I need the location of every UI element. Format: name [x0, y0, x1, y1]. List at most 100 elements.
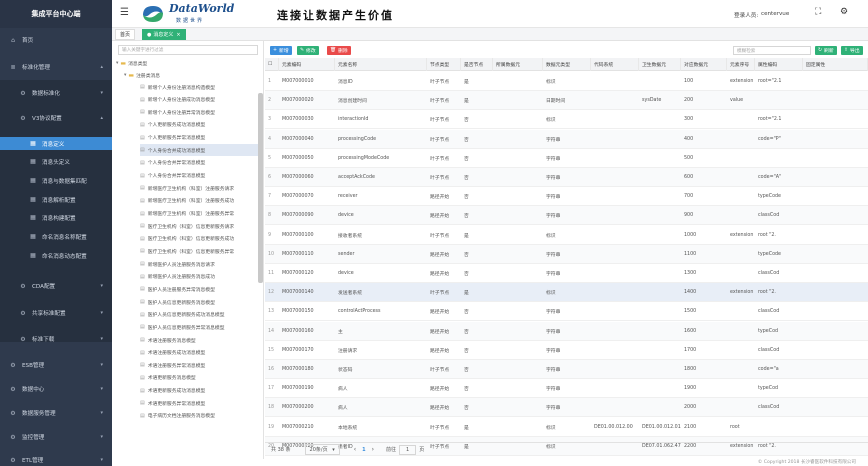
table-row[interactable]: 13 M007000150 controlActProcess 路径开始 否 字符串 150… [265, 302, 868, 322]
tree-leaf-node[interactable]: ▤ 医护人员信息更新服务消息模型 [140, 296, 258, 308]
table-row[interactable]: 6 M007000060 acceptAckCode 叶子节点 否 字符串 600 code=… [265, 168, 868, 187]
tree-leaf-node[interactable]: ▤ 医护人员信息更新服务成功消息模型 [140, 309, 258, 321]
sidebar-item-message-definition[interactable]: ▦ 消息定义 [0, 137, 112, 150]
sidebar-item-etl[interactable]: ⚙ ETL管理 ▾ [0, 452, 112, 466]
table-row[interactable]: 12 M007000140 发送者系统 叶子节点 是 标识 1400 extension roo… [265, 283, 868, 303]
tree-leaf-node[interactable]: ▤ 新增个人身份注册成功消息模型 [140, 94, 258, 106]
tree-leaf-node[interactable]: ▤ 个人身份合并异常消息模型 [140, 157, 258, 169]
tree-leaf-node[interactable]: ▤ 医护人员信息更新服务异常消息模型 [140, 321, 258, 333]
column-header[interactable]: 数据元类型 [543, 58, 591, 71]
select-all-checkbox[interactable]: ☐ [265, 58, 279, 71]
table-row[interactable]: 14 M007000160 主 路径开始 否 字符串 1600 typeCod [265, 321, 868, 341]
tree-leaf-node[interactable]: ▤ 个人更新服务异常消息模型 [140, 132, 258, 144]
table-row[interactable]: 15 M007000170 注册请求 路径开始 否 字符串 1700 classCod [265, 341, 868, 360]
sidebar-item-standard-download[interactable]: ⚙ 标准下载 ▾ [0, 331, 112, 347]
tree-leaf-node[interactable]: ▤ 术语更新服务异常消息模型 [140, 397, 258, 409]
tree-leaf-node[interactable]: ▤ 医疗卫生机构（科室）信息更新服务异常 [140, 245, 258, 257]
table-row[interactable]: 10 M007000110 sender 路径开始 否 字符串 1100 typeCode [265, 244, 868, 264]
delete-button[interactable]: 🗑 删除 [327, 46, 351, 55]
sidebar-item-message-dynamic[interactable]: ▦ 命名消息动态配置 [0, 249, 112, 262]
table-row[interactable]: 5 M007000050 processingModeCode 叶子节点 否 字符串 500 [265, 149, 868, 168]
table-row[interactable]: 16 M007000180 状态码 叶子节点 否 字符串 1800 code="a [265, 360, 868, 379]
column-header[interactable]: 属性编码 [755, 58, 803, 71]
tree-leaf-node[interactable]: ▤ 新增医疗卫生机构（科室）注册服务请求 [140, 182, 258, 194]
tree-leaf-node[interactable]: ▤ 新增医护人员注册服务消息成功 [140, 271, 258, 283]
sidebar-item-data-standardization[interactable]: ⚙ 数据标准化 ▾ [0, 85, 112, 101]
column-header[interactable]: 固定属性 [803, 58, 868, 71]
tree-leaf-node[interactable]: ▤ 新增医疗卫生机构（科室）注册服务异常 [140, 208, 258, 220]
tab-message-definition[interactable]: ● 消息定义 × [142, 29, 186, 40]
tree-leaf-node[interactable]: ▤ 术语注册服务消息模型 [140, 334, 258, 346]
tree-filter-input[interactable]: 输入关键字进行过滤 [118, 45, 258, 55]
sidebar-item-message-dataset-match[interactable]: ▦ 消息与数据集匹配 [0, 174, 112, 187]
column-header[interactable]: 节点类型 [427, 58, 461, 71]
tree-leaf-node[interactable]: ▤ 医护人员注册服务异常消息模型 [140, 283, 258, 295]
table-row[interactable]: 4 M007000040 processingCode 叶子节点 否 字符串 400 code… [265, 129, 868, 149]
prev-page-icon[interactable]: ‹ [354, 446, 356, 453]
tree-leaf-node[interactable]: ▤ 术语注册服务异常消息模型 [140, 359, 258, 371]
column-header[interactable]: 代码系统 [591, 58, 639, 71]
table-row[interactable]: 2 M007000020 消息创建时间 叶子节点 是 日期时间 sysDate 200 valu… [265, 91, 868, 111]
tree-leaf-node[interactable]: ▤ 术语更新服务消息模型 [140, 372, 258, 384]
tree-leaf-node[interactable]: ▤ 个人身份合并成功消息模型 [140, 144, 258, 157]
tree-leaf-node[interactable]: ▤ 新增个人身份注册消息构造模型 [140, 81, 258, 93]
tree-root-node[interactable]: ▾ ▬ 消息类型 [116, 57, 147, 69]
tree-leaf-node[interactable]: ▤ 新增医疗卫生机构（科室）注册服务成功 [140, 195, 258, 207]
refresh-button[interactable]: ↻ 刷新 [815, 46, 837, 55]
sidebar-item-standardization[interactable]: ≣ 标准化管理 ▴ [0, 59, 112, 75]
menu-toggle-icon[interactable]: ☰ [120, 7, 129, 18]
tree-leaf-node[interactable]: ▤ 医疗卫生机构（科室）信息更新服务成功 [140, 233, 258, 245]
column-header[interactable]: 所属数据元 [493, 58, 543, 71]
sidebar-item-cda-config[interactable]: ⚙ CDA配置 ▾ [0, 278, 112, 294]
table-row[interactable]: 3 M007000030 interactionId 叶子节点 否 标识 300 root="… [265, 110, 868, 130]
sidebar-item-data-center[interactable]: ⚙ 数据中心 ▾ [0, 381, 112, 397]
sidebar-item-message-build[interactable]: ▦ 消息构建配置 [0, 211, 112, 224]
column-header[interactable]: 元素序号 [727, 58, 755, 71]
current-page-number[interactable]: 1 [362, 447, 365, 453]
table-row[interactable]: 8 M007000090 device 路径开始 否 字符串 900 classCod [265, 206, 868, 226]
tree-leaf-node[interactable]: ▤ 术语注册服务成功消息模型 [140, 347, 258, 359]
tree-leaf-node[interactable]: ▤ 个人更新服务成功消息模型 [140, 119, 258, 131]
sidebar-item-message-naming[interactable]: ▦ 命名消息名称配置 [0, 230, 112, 243]
current-user[interactable]: centervue [761, 11, 789, 17]
tree-leaf-node[interactable]: ▤ 电子病历文档注册服务消息模型 [140, 410, 258, 422]
table-row[interactable]: 18 M007000200 病人 路径开始 否 字符串 2000 classCod [265, 398, 868, 418]
next-page-icon[interactable]: › [372, 446, 374, 453]
tree-leaf-node[interactable]: ▤ 医疗卫生机构（科室）信息更新服务请求 [140, 220, 258, 232]
sidebar-item-message-parse[interactable]: ▦ 消息解析配置 [0, 193, 112, 206]
sidebar-item-home[interactable]: ⌂ 首页 [0, 32, 112, 48]
fuzzy-search-input[interactable]: 模糊检索 [733, 46, 811, 55]
sidebar-item-v3-protocol[interactable]: ⚙ V3协议配置 ▴ [0, 110, 112, 126]
column-header[interactable]: 元素名称 [335, 58, 427, 71]
page-size-select[interactable]: 20条/页 ▾ [304, 444, 340, 455]
sidebar-item-esb[interactable]: ⚙ ESB管理 ▾ [0, 357, 112, 373]
column-header[interactable]: 是否节点 [461, 58, 493, 71]
table-row[interactable]: 9 M007000100 接收者系统 叶子节点 是 标识 1000 extension root… [265, 226, 868, 245]
tree-leaf-node[interactable]: ▤ 个人身份合并异常消息模型 [140, 170, 258, 182]
fullscreen-icon[interactable]: ⛶ [815, 7, 821, 17]
tab-home[interactable]: 首页 [115, 29, 136, 40]
settings-icon[interactable]: ⚙ [840, 7, 848, 17]
column-header[interactable]: 对应数据元 [681, 58, 727, 71]
sidebar-item-message-header[interactable]: ▦ 消息头定义 [0, 155, 112, 168]
add-button[interactable]: + 新增 [270, 46, 292, 55]
close-icon[interactable]: × [176, 32, 180, 38]
tree-leaf-node[interactable]: ▤ 新增医护人员注册服务消息请求 [140, 258, 258, 270]
tree-leaf-node[interactable]: ▤ 新增个人身份注册异常消息模型 [140, 106, 258, 118]
table-row[interactable]: 1 M007000010 消息ID 叶子节点 是 标识 100 extension root="… [265, 72, 868, 91]
column-header[interactable]: 卫生数据元 [639, 58, 681, 71]
sidebar-item-data-service[interactable]: ⚙ 数据服务管理 ▾ [0, 405, 112, 421]
export-button[interactable]: ⇪ 导出 [841, 46, 863, 55]
table-row[interactable]: 19 M007000210 本地系统 叶子节点 是 标识 DE01.00.012.00 DE0… [265, 418, 868, 437]
edit-button[interactable]: ✎ 修改 [297, 46, 319, 55]
sidebar-item-monitor[interactable]: ⚙ 监控管理 ▾ [0, 429, 112, 445]
tree-group-node[interactable]: ▾ ▬ 注册类消息 [124, 69, 160, 81]
sidebar-item-share-standard[interactable]: ⚙ 共享标准配置 ▾ [0, 305, 112, 321]
tree-scrollbar[interactable] [258, 93, 263, 283]
column-header[interactable]: 元素编码 [279, 58, 335, 71]
tree-leaf-node[interactable]: ▤ 术语更新服务成功消息模型 [140, 385, 258, 397]
goto-page-input[interactable]: 1 [399, 444, 417, 455]
table-row[interactable]: 7 M007000070 receiver 路径开始 否 字符串 700 typeCode [265, 187, 868, 207]
table-row[interactable]: 17 M007000190 病人 路径开始 否 字符串 1900 typeCod [265, 379, 868, 399]
table-row[interactable]: 11 M007000120 device 路径开始 否 字符串 1300 classCod [265, 264, 868, 283]
